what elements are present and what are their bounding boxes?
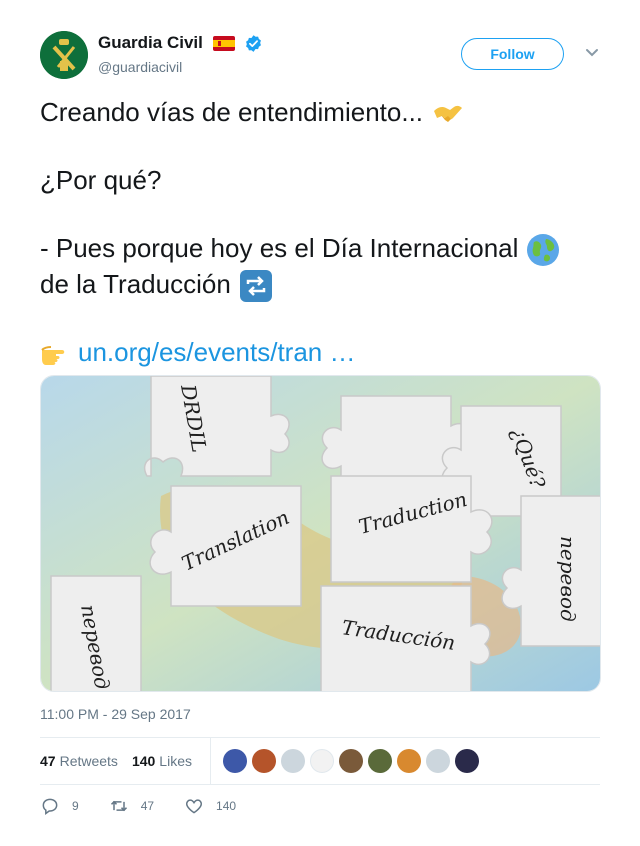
like-count: 140 <box>216 799 237 813</box>
profile-avatar[interactable] <box>40 31 88 79</box>
liker-avatar[interactable] <box>454 749 479 773</box>
verified-badge-icon <box>244 34 263 53</box>
liker-avatar[interactable] <box>367 749 392 773</box>
tweet-line-1: Creando vías de entendimiento... <box>40 94 600 130</box>
tweet-line-link: un.org/es/events/tran … <box>40 334 600 370</box>
tweet-line-3: - Pues porque hoy es el Día Internaciona… <box>40 230 600 267</box>
tweet-line-2: ¿Por qué? <box>40 165 162 195</box>
liker-avatar[interactable] <box>338 749 363 773</box>
liker-avatar[interactable] <box>280 749 305 773</box>
user-handle[interactable]: @guardiacivil <box>98 59 263 75</box>
tweet-actions: 9 47 140 <box>40 794 266 818</box>
retweet-icon <box>110 800 127 812</box>
follow-button[interactable]: Follow <box>461 38 564 70</box>
guardia-civil-emblem-icon <box>40 31 88 79</box>
puzzle-word: перевод <box>556 536 580 622</box>
like-button[interactable]: 140 <box>184 796 236 816</box>
tweet-text: Creando vías de entendimiento... ¿Por qu… <box>40 94 600 370</box>
liker-avatar[interactable] <box>222 749 247 773</box>
handshake-emoji-icon <box>431 97 465 131</box>
tweet-timestamp[interactable]: 11:00 PM - 29 Sep 2017 <box>40 706 191 722</box>
likes-stat[interactable]: 140 Likes <box>132 753 192 769</box>
reply-count: 9 <box>72 799 79 813</box>
liker-avatar[interactable] <box>309 749 334 773</box>
divider <box>40 784 600 785</box>
retweets-label: Retweets <box>59 753 118 769</box>
user-name-block: Guardia Civil @guardiacivil <box>98 33 263 75</box>
stats-separator <box>209 738 211 784</box>
chevron-down-icon[interactable] <box>585 48 599 58</box>
pointing-right-emoji-icon <box>40 337 74 371</box>
liker-avatar[interactable] <box>396 749 421 773</box>
retweets-count: 47 <box>40 753 56 769</box>
tweet-header: Guardia Civil @guardiacivil Follow <box>40 31 600 81</box>
heart-icon <box>186 799 203 814</box>
tweet-line-4-text: de la Traducción <box>40 269 231 299</box>
liker-avatar[interactable] <box>251 749 276 773</box>
tweet-line-1-text: Creando vías de entendimiento... <box>40 97 424 127</box>
tweet-line-3-text: - Pues porque hoy es el Día Internaciona… <box>40 233 519 263</box>
tweet-stats: 47 Retweets 140 Likes <box>40 738 600 784</box>
repeat-button-emoji-icon <box>239 269 273 303</box>
tweet-link[interactable]: un.org/es/events/tran … <box>78 337 355 367</box>
puzzle-map-illustration: Traduction Translation Traducción перево… <box>41 376 600 691</box>
retweet-count: 47 <box>140 799 155 813</box>
display-name[interactable]: Guardia Civil <box>98 33 203 53</box>
spain-flag-icon <box>213 35 236 51</box>
retweets-stat[interactable]: 47 Retweets <box>40 753 118 769</box>
globe-emoji-icon <box>526 233 560 267</box>
tweet-line-4: de la Traducción <box>40 266 600 303</box>
likes-label: Likes <box>159 753 192 769</box>
retweet-button[interactable]: 47 <box>109 796 154 816</box>
liker-avatar[interactable] <box>425 749 450 773</box>
reply-icon <box>42 798 58 815</box>
tweet-media-image[interactable]: Traduction Translation Traducción перево… <box>40 375 601 692</box>
reply-button[interactable]: 9 <box>40 796 79 816</box>
likes-count: 140 <box>131 753 156 769</box>
liker-avatars <box>222 749 484 773</box>
